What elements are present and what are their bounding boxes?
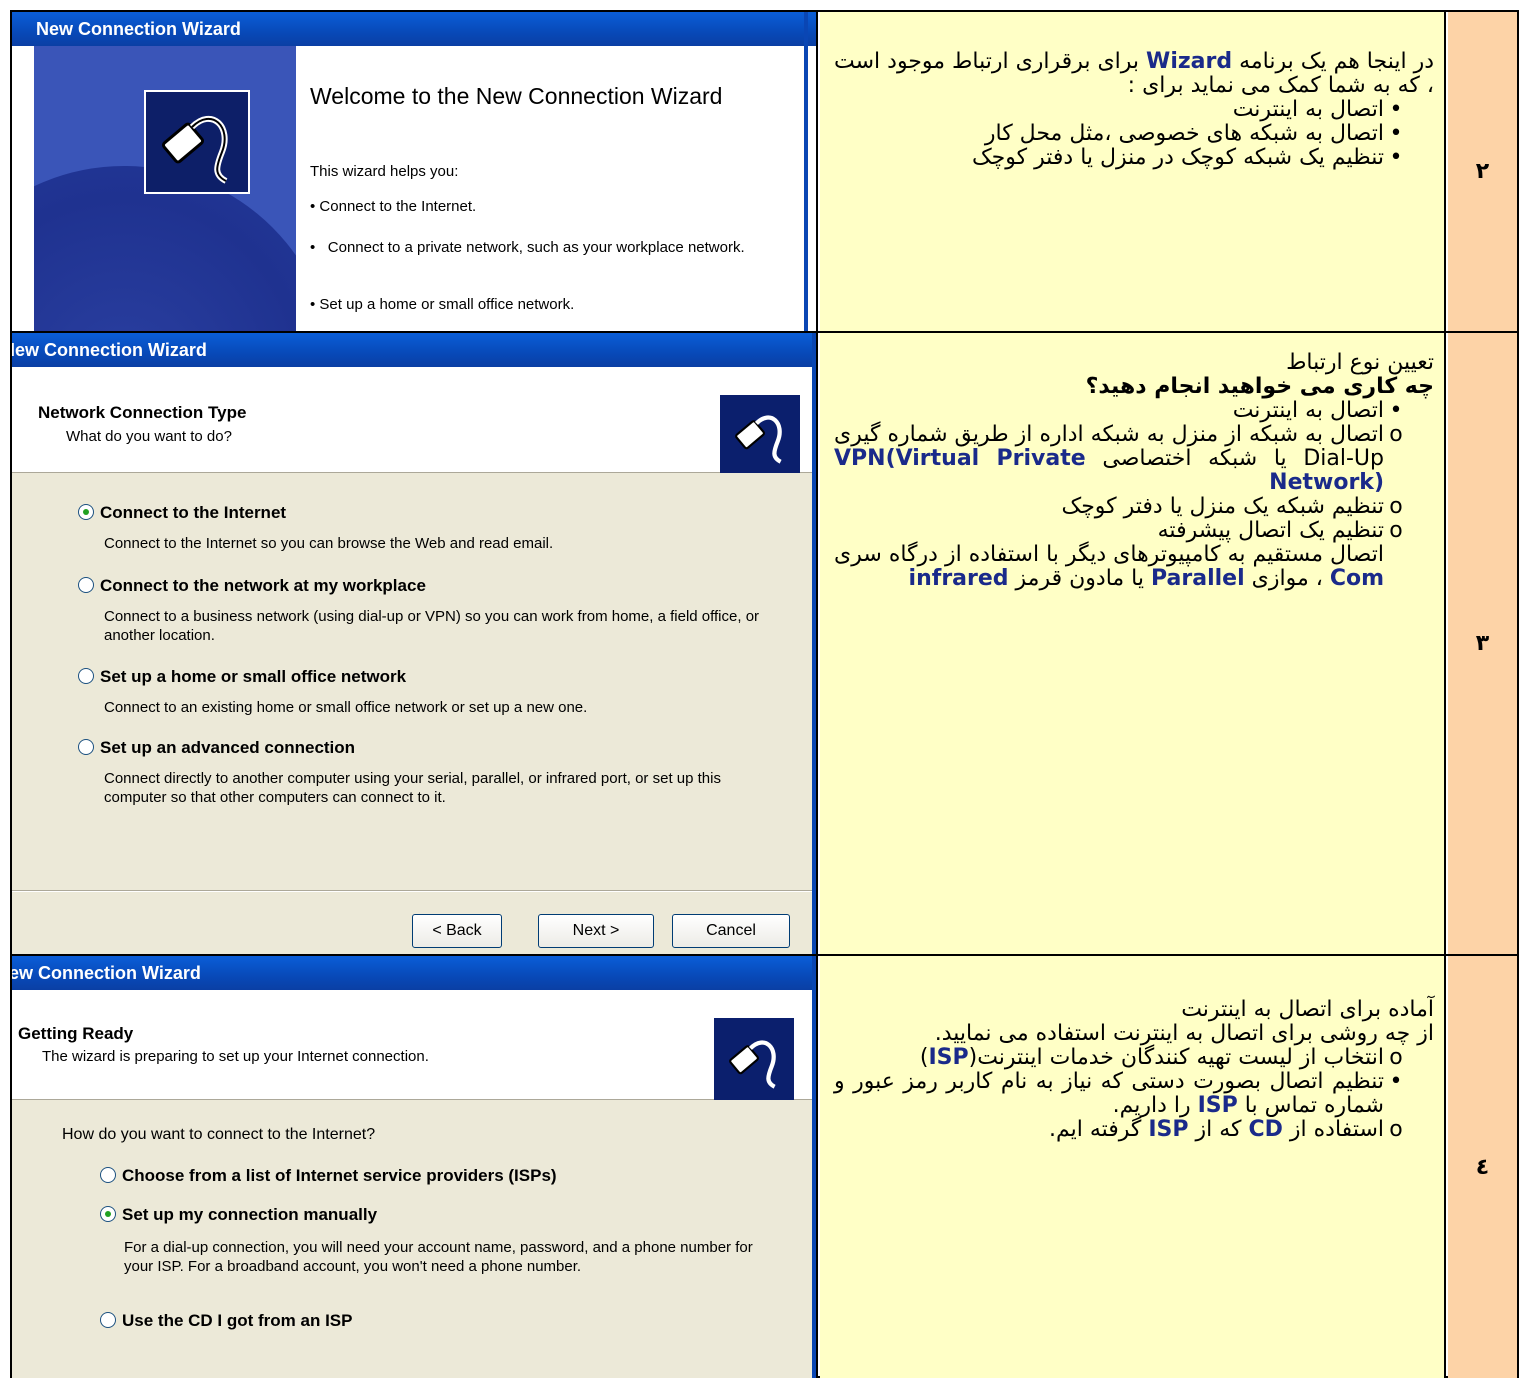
option-connect-internet[interactable]: Connect to the Internet — [78, 503, 286, 523]
option-advanced-connection[interactable]: Set up an advanced connection — [78, 738, 355, 758]
option-description: For a dial-up connection, you will need … — [124, 1239, 753, 1275]
radio-icon[interactable] — [100, 1312, 116, 1328]
wizard-screenshot-getting-ready: New Connection Wizard Getting Ready The … — [12, 956, 818, 1378]
option-label: Set up an advanced connection — [100, 738, 356, 757]
list-item: o تنظیم شبکه یک منزل یا دفتر کوچک — [1061, 494, 1403, 519]
paragraph: در اینجا هم یک برنامه Wizard برای برقرار… — [834, 49, 1434, 98]
welcome-bullet-text: Set up a home or small office network. — [319, 296, 575, 313]
radio-icon[interactable] — [78, 739, 94, 755]
welcome-bullet: • Set up a home or small office network. — [310, 296, 575, 313]
wizard-title-bar: New Connection Wizard — [12, 12, 816, 46]
option-description: Connect to a business network (using dia… — [104, 608, 760, 644]
list-item: • تنظیم اتصال بصورت دستی که نیاز به نام ک… — [834, 1069, 1403, 1118]
window-frame — [812, 333, 816, 954]
bullet-list: o انتخاب از لیست تهیه کنندگان خدمات اینتر… — [834, 1046, 1434, 1142]
list-item: • تنظیم یک شبکه کوچک در منزل یا دفتر کوچک — [971, 145, 1403, 170]
option-label: Connect to the network at my workplace — [100, 576, 426, 595]
list-item: • اتصال به شبکه های خصوصی ،مثل محل کار — [984, 121, 1403, 146]
option-description: Connect to an existing home or small off… — [104, 699, 588, 716]
list-item: o انتخاب از لیست تهیه کنندگان خدمات اینتر… — [919, 1045, 1403, 1070]
list-item: o استفاده از CD که از ISP گرفته ایم. — [1048, 1117, 1403, 1142]
option-description: Connect directly to another computer usi… — [104, 770, 721, 806]
step-number: ٤ — [1448, 956, 1517, 1378]
option-label: Use the CD I got from an ISP — [122, 1311, 353, 1330]
option-label: Choose from a list of Internet service p… — [122, 1166, 557, 1185]
header-title: Network Connection Type — [38, 403, 247, 422]
wizard-screenshot-welcome: New Connection Wizard Welcome to the New… — [12, 12, 818, 331]
welcome-bullet: • Connect to the Internet. — [310, 198, 477, 215]
welcome-intro: This wizard helps you: — [310, 163, 459, 180]
description-text: تعیین نوع ارتباط چه کاری می خواهید انجام… — [834, 351, 1434, 591]
radio-icon[interactable] — [100, 1167, 116, 1183]
option-isp-list[interactable]: Choose from a list of Internet service p… — [100, 1166, 557, 1186]
connect-question: How do you want to connect to the Intern… — [62, 1126, 376, 1143]
step-number: ۲ — [1448, 12, 1517, 331]
bullet-list: • اتصال به اینترنت • اتصال به شبکه های خصو… — [834, 98, 1434, 170]
network-cable-icon — [144, 90, 250, 194]
option-label: Set up my connection manually — [122, 1205, 378, 1224]
window-frame — [812, 956, 816, 1378]
table-row: New Connection Wizard Welcome to the New… — [12, 12, 1517, 333]
button-divider — [12, 890, 812, 892]
wizard-title-bar: New Connection Wizard — [12, 956, 816, 990]
table-row: New Connection Wizard Getting Ready The … — [12, 956, 1517, 1378]
description-cell: آماده برای اتصال به اینترنت از چه روشی ب… — [820, 956, 1446, 1378]
option-label: Set up a home or small office network — [100, 667, 407, 686]
section-title: تعیین نوع ارتباط — [1286, 350, 1434, 375]
welcome-bullet: • Connect to a private network, such as … — [310, 239, 745, 256]
step-number: ۳ — [1448, 333, 1517, 954]
welcome-bullet-text: Connect to a private network, such as yo… — [327, 239, 745, 256]
option-manual-setup[interactable]: Set up my connection manually — [100, 1205, 377, 1225]
wizard-side-banner — [34, 46, 296, 331]
section-question: از چه روشی برای اتصال به اینترنت استفاده… — [934, 1021, 1434, 1046]
bullet-list: • اتصال به اینترنت o اتصال به شبکه از منزل… — [834, 399, 1434, 591]
header-title: Getting Ready — [18, 1024, 134, 1043]
list-item: • اتصال به اینترنت — [1232, 97, 1403, 122]
header-subtitle: What do you want to do? — [66, 428, 232, 445]
welcome-bullet-text: Connect to the Internet. — [319, 198, 477, 215]
radio-icon[interactable] — [78, 668, 94, 684]
description-text: در اینجا هم یک برنامه Wizard برای برقرار… — [834, 50, 1434, 170]
table-row: New Connection Wizard Network Connection… — [12, 333, 1517, 956]
radio-selected-icon[interactable] — [100, 1206, 116, 1222]
network-cable-icon — [720, 395, 800, 473]
radio-icon[interactable] — [78, 577, 94, 593]
list-item: o اتصال به شبکه از منزل به شبکه اداره از … — [834, 422, 1403, 495]
description-cell: در اینجا هم یک برنامه Wizard برای برقرار… — [820, 12, 1446, 331]
section-title: آماده برای اتصال به اینترنت — [1181, 997, 1434, 1022]
description-text: آماده برای اتصال به اینترنت از چه روشی ب… — [834, 998, 1434, 1142]
header-subtitle: The wizard is preparing to set up your I… — [42, 1048, 429, 1065]
option-description: Connect to the Internet so you can brows… — [104, 535, 554, 552]
list-item: اتصال مستقیم به کامپیوترهای دیگر با استف… — [834, 542, 1384, 591]
wizard-title-bar: New Connection Wizard — [12, 333, 816, 367]
description-cell: تعیین نوع ارتباط چه کاری می خواهید انجام… — [820, 333, 1446, 954]
window-frame — [804, 12, 808, 331]
option-label: Connect to the Internet — [100, 503, 287, 522]
option-home-network[interactable]: Set up a home or small office network — [78, 667, 406, 687]
wizard-welcome-panel: Welcome to the New Connection Wizard Thi… — [296, 46, 804, 331]
radio-selected-icon[interactable] — [78, 504, 94, 520]
option-workplace-network[interactable]: Connect to the network at my workplace — [78, 576, 426, 596]
next-button[interactable]: Next > — [538, 914, 654, 948]
welcome-heading: Welcome to the New Connection Wizard — [310, 83, 723, 109]
wizard-header: Network Connection Type What do you want… — [12, 367, 812, 473]
network-cable-icon — [714, 1018, 794, 1100]
option-isp-cd[interactable]: Use the CD I got from an ISP — [100, 1311, 352, 1331]
cancel-button[interactable]: Cancel — [672, 914, 790, 948]
wizard-header: Getting Ready The wizard is preparing to… — [12, 990, 812, 1100]
list-item: o تنظیم یک اتصال پیشرفته — [1157, 518, 1403, 543]
section-question: چه کاری می خواهید انجام دهید؟ — [1085, 374, 1434, 399]
back-button[interactable]: < Back — [412, 914, 502, 948]
wizard-screenshot-connection-type: New Connection Wizard Network Connection… — [12, 333, 818, 954]
tutorial-table: New Connection Wizard Welcome to the New… — [10, 10, 1519, 1378]
list-item: • اتصال به اینترنت — [1232, 398, 1403, 423]
